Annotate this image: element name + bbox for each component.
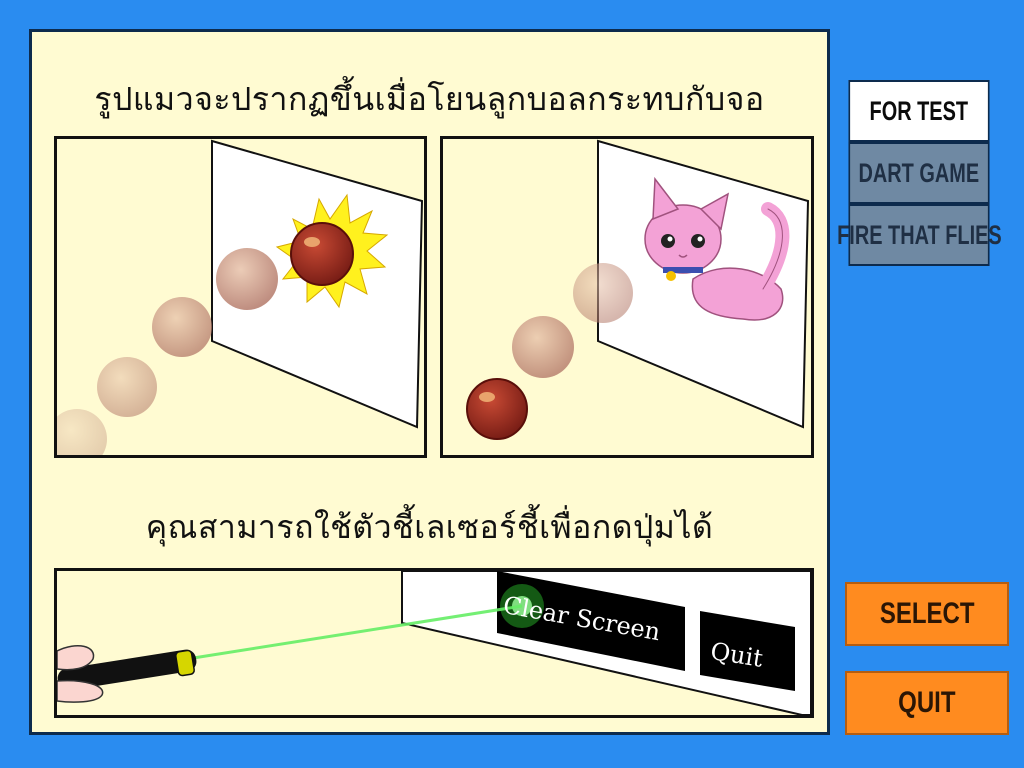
instruction-panel: รูปแมวจะปรากฏขึ้นเมื่อโยนลูกบอลกระทบกับจ… <box>29 29 830 735</box>
illustration-ball-hit <box>54 136 427 458</box>
tab-fire-that-flies[interactable]: FIRE THAT FLIES <box>837 204 1001 266</box>
illustration-laser-pointer: Clear Screen Quit <box>54 568 814 718</box>
caption-ball-hit: รูปแมวจะปรากฏขึ้นเมื่อโยนลูกบอลกระทบกับจ… <box>94 80 765 118</box>
tab-dart-game[interactable]: DART GAME <box>848 142 990 204</box>
tab-for-test[interactable]: FOR TEST <box>848 80 990 142</box>
quit-button[interactable]: QUIT <box>845 671 1009 735</box>
illustration-cat-appears <box>440 136 814 458</box>
select-button[interactable]: SELECT <box>845 582 1009 646</box>
laser-pointer-illustration <box>57 644 197 703</box>
caption-laser-pointer: คุณสามารถใช้ตัวชี้เลเซอร์ชี้เพื่อกดปุ่มไ… <box>145 508 714 546</box>
